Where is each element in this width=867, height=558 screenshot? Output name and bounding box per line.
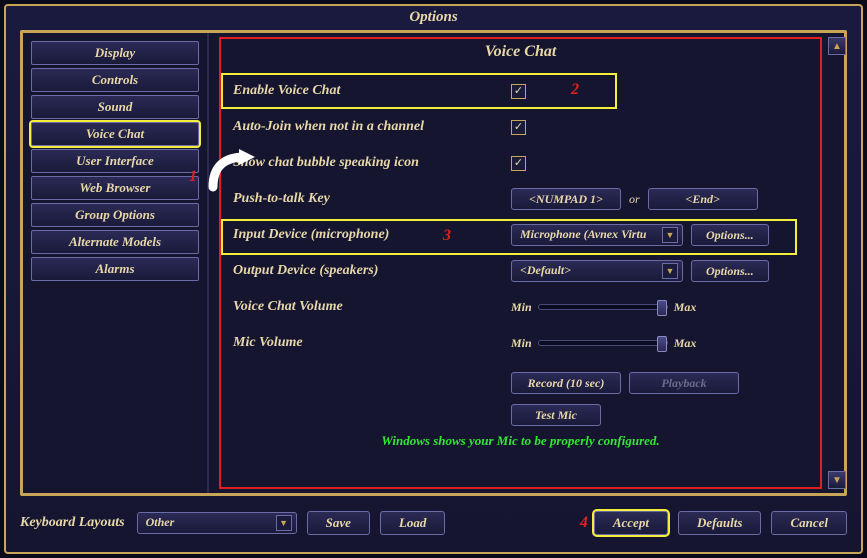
input-options-button[interactable]: Options... — [691, 224, 769, 246]
scroll-up-button[interactable]: ▲ — [828, 37, 846, 55]
ptt-label: Push-to-talk Key — [233, 191, 503, 207]
sidebar-item-web-browser[interactable]: Web Browser — [31, 176, 199, 200]
annotation-3: 3 — [443, 227, 451, 245]
input-device-dropdown[interactable]: Microphone (Avnex Virtu — [511, 224, 683, 246]
keyboard-layouts-label: Keyboard Layouts — [20, 515, 125, 531]
defaults-button[interactable]: Defaults — [678, 511, 762, 535]
output-device-dropdown[interactable]: <Default> — [511, 260, 683, 282]
sidebar-item-alternate-models[interactable]: Alternate Models — [31, 230, 199, 254]
voice-chat-volume-label: Voice Chat Volume — [233, 299, 503, 315]
bottom-bar: Keyboard Layouts Other Save Load 4 Accep… — [20, 506, 847, 540]
window-title: Options — [6, 6, 861, 30]
ptt-key2-button[interactable]: <End> — [648, 188, 758, 210]
sidebar: Display Controls Sound Voice Chat User I… — [23, 33, 209, 493]
sidebar-item-alarms[interactable]: Alarms — [31, 257, 199, 281]
sidebar-item-display[interactable]: Display — [31, 41, 199, 65]
annotation-1: 1 — [189, 168, 197, 186]
keyboard-layouts-dropdown[interactable]: Other — [137, 512, 297, 534]
content-area: ▲ ▼ Voice Chat 2 3 Enable Voice Chat ✓ A… — [209, 33, 844, 493]
vcvol-min: Min — [511, 300, 532, 315]
micvol-min: Min — [511, 336, 532, 351]
chat-bubble-label: Show chat bubble speaking icon — [233, 155, 503, 171]
micvol-max: Max — [674, 336, 697, 351]
accept-button[interactable]: Accept — [594, 511, 668, 535]
voice-chat-panel: Voice Chat 2 3 Enable Voice Chat ✓ Auto-… — [219, 37, 822, 489]
input-device-label: Input Device (microphone) — [233, 227, 503, 243]
sidebar-item-voice-chat[interactable]: Voice Chat — [31, 122, 199, 146]
ptt-key1-button[interactable]: <NUMPAD 1> — [511, 188, 621, 210]
test-mic-button[interactable]: Test Mic — [511, 404, 601, 426]
auto-join-checkbox[interactable]: ✓ — [511, 120, 526, 135]
auto-join-label: Auto-Join when not in a channel — [233, 119, 503, 135]
voice-chat-volume-slider[interactable] — [538, 304, 668, 310]
main-frame: Display Controls Sound Voice Chat User I… — [20, 30, 847, 496]
sidebar-item-user-interface[interactable]: User Interface — [31, 149, 199, 173]
scroll-down-button[interactable]: ▼ — [828, 471, 846, 489]
mic-volume-label: Mic Volume — [233, 335, 503, 351]
record-button[interactable]: Record (10 sec) — [511, 372, 621, 394]
output-options-button[interactable]: Options... — [691, 260, 769, 282]
sidebar-item-sound[interactable]: Sound — [31, 95, 199, 119]
ptt-or-text: or — [629, 192, 640, 207]
load-button[interactable]: Load — [380, 511, 445, 535]
annotation-2: 2 — [571, 81, 579, 99]
sidebar-item-group-options[interactable]: Group Options — [31, 203, 199, 227]
options-window: Options Display Controls Sound Voice Cha… — [4, 4, 863, 554]
output-device-label: Output Device (speakers) — [233, 263, 503, 279]
mic-volume-slider[interactable] — [538, 340, 668, 346]
sidebar-item-controls[interactable]: Controls — [31, 68, 199, 92]
cancel-button[interactable]: Cancel — [771, 511, 847, 535]
enable-voice-chat-label: Enable Voice Chat — [233, 83, 503, 99]
vcvol-max: Max — [674, 300, 697, 315]
enable-voice-chat-checkbox[interactable]: ✓ — [511, 84, 526, 99]
save-button[interactable]: Save — [307, 511, 370, 535]
playback-button[interactable]: Playback — [629, 372, 739, 394]
mic-status-message: Windows shows your Mic to be properly co… — [233, 433, 808, 449]
chat-bubble-checkbox[interactable]: ✓ — [511, 156, 526, 171]
panel-title: Voice Chat — [233, 43, 808, 61]
annotation-4: 4 — [580, 514, 588, 532]
